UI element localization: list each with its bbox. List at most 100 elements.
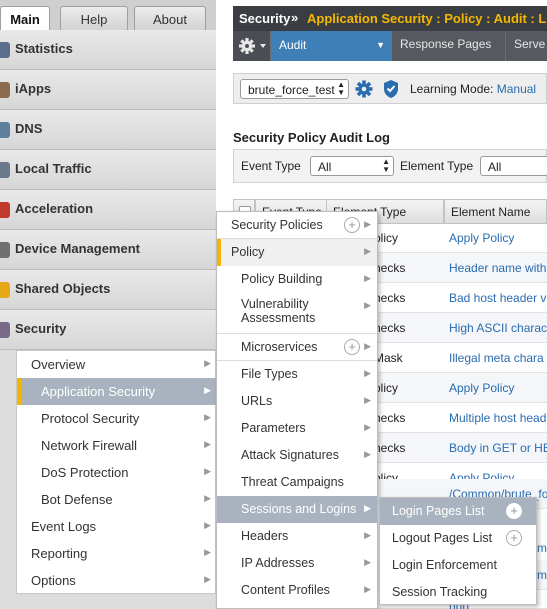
chevron-right-icon: ▶ bbox=[204, 547, 211, 557]
menu-item-label: Login Pages List bbox=[392, 504, 485, 518]
submenu-options[interactable]: Options ▶ bbox=[17, 567, 217, 594]
nav-local-traffic[interactable]: Local Traffic bbox=[0, 150, 216, 190]
submenu-label: DoS Protection bbox=[41, 465, 129, 480]
chevron-right-icon: ▶ bbox=[204, 385, 211, 395]
add-icon[interactable]: + bbox=[344, 339, 360, 355]
submenu-label: Reporting bbox=[31, 546, 88, 561]
element-name-link[interactable]: Illegal meta chara bbox=[449, 351, 544, 365]
chevron-right-icon: ▶ bbox=[364, 422, 371, 432]
element-name-link[interactable]: m bbox=[537, 541, 547, 555]
audit-tab[interactable]: Audit ▼ bbox=[271, 31, 392, 61]
tab-about[interactable]: About bbox=[134, 6, 206, 33]
event-type-select[interactable]: All ▲ ▼ bbox=[310, 156, 394, 176]
menu-item-attack-signatures[interactable]: Attack Signatures ▶ bbox=[217, 442, 377, 469]
event-type-value: All bbox=[318, 160, 332, 174]
menu-item-file-types[interactable]: File Types ▶ bbox=[217, 361, 377, 388]
policy-settings-gear-icon[interactable] bbox=[354, 79, 374, 99]
tab-server[interactable]: Serve bbox=[507, 31, 547, 61]
element-name-link[interactable]: Header name with bbox=[449, 261, 546, 275]
menu-item-label: Parameters bbox=[241, 421, 306, 435]
tab-help[interactable]: Help bbox=[60, 6, 128, 33]
menu-item-session-tracking[interactable]: Session Tracking bbox=[380, 579, 536, 606]
selection-indicator bbox=[17, 378, 21, 405]
element-name-link[interactable]: m bbox=[537, 568, 547, 582]
add-icon[interactable]: + bbox=[506, 503, 522, 519]
chevron-down-icon: ▼ bbox=[376, 40, 385, 50]
left-navigation: Main Help About Statistics iApps DNS Loc… bbox=[0, 0, 217, 609]
menu-item-ip-addresses[interactable]: IP Addresses ▶ bbox=[217, 550, 377, 577]
menu-item-urls[interactable]: URLs ▶ bbox=[217, 388, 377, 415]
chevron-right-icon: ▶ bbox=[204, 358, 211, 368]
event-type-label: Event Type bbox=[241, 159, 301, 173]
learning-mode-link[interactable]: Manual bbox=[497, 82, 536, 96]
nav-security[interactable]: Security bbox=[0, 310, 216, 350]
element-type-cell: hecks bbox=[374, 411, 406, 425]
menu-item-threat-campaigns[interactable]: Threat Campaigns bbox=[217, 469, 377, 496]
menu-item-security-policies[interactable]: Security Policies + ▶ bbox=[217, 212, 377, 239]
menu-item-label: Policy Building bbox=[241, 272, 323, 286]
iapps-icon bbox=[0, 82, 10, 98]
policy-select-value: brute_force_test bbox=[248, 83, 335, 97]
submenu-reporting[interactable]: Reporting ▶ bbox=[17, 540, 217, 567]
menu-item-label: URLs bbox=[241, 394, 273, 408]
submenu-label: Bot Defense bbox=[41, 492, 113, 507]
nav-dns[interactable]: DNS bbox=[0, 110, 216, 150]
current-indicator bbox=[217, 239, 221, 266]
menu-item-headers[interactable]: Headers ▶ bbox=[217, 523, 377, 550]
menu-item-policy-building[interactable]: Policy Building ▶ bbox=[217, 266, 377, 293]
nav-shared-objects[interactable]: Shared Objects bbox=[0, 270, 216, 310]
submenu-label: Options bbox=[31, 573, 76, 588]
element-name-link[interactable]: Body in GET or HE bbox=[449, 441, 547, 455]
nav-label: Device Management bbox=[15, 241, 140, 256]
menu-item-microservices[interactable]: Microservices + ▶ bbox=[217, 334, 377, 361]
nav-label: iApps bbox=[15, 81, 52, 96]
element-name-link[interactable]: Apply Policy bbox=[449, 231, 514, 245]
menu-item-label: Login Enforcement bbox=[392, 558, 497, 572]
breadcrumb: Application Security : Policy : Audit : … bbox=[307, 11, 547, 26]
submenu-application-security[interactable]: Application Security ▶ bbox=[17, 378, 217, 405]
shared-objects-icon bbox=[0, 282, 10, 298]
menu-item-login-pages-list[interactable]: Login Pages List + bbox=[380, 498, 536, 525]
audit-tab-label: Audit bbox=[279, 38, 307, 52]
menu-item-content-profiles[interactable]: Content Profiles ▶ bbox=[217, 577, 377, 604]
gear-icon bbox=[239, 38, 266, 54]
chevron-right-icon: ▶ bbox=[364, 273, 371, 283]
element-name-link[interactable]: High ASCII charac bbox=[449, 321, 547, 335]
submenu-label: Overview bbox=[31, 357, 86, 372]
submenu-protocol-security[interactable]: Protocol Security ▶ bbox=[17, 405, 217, 432]
submenu-overview[interactable]: Overview ▶ bbox=[17, 351, 217, 378]
menu-item-policy[interactable]: Policy ▶ bbox=[217, 239, 377, 266]
shield-icon[interactable] bbox=[382, 79, 400, 99]
policy-select[interactable]: brute_force_test ▲ ▼ bbox=[240, 79, 349, 99]
element-name-link[interactable]: Apply Policy bbox=[449, 381, 514, 395]
local-traffic-icon bbox=[0, 162, 10, 178]
nav-acceleration[interactable]: Acceleration bbox=[0, 190, 216, 230]
nav-statistics[interactable]: Statistics bbox=[0, 30, 216, 70]
tab-response-pages[interactable]: Response Pages bbox=[393, 31, 506, 61]
menu-item-parameters[interactable]: Parameters ▶ bbox=[217, 415, 377, 442]
menu-item-sessions-and-logins[interactable]: Sessions and Logins ▶ bbox=[217, 496, 377, 523]
add-icon[interactable]: + bbox=[344, 217, 360, 233]
submenu-event-logs[interactable]: Event Logs ▶ bbox=[17, 513, 217, 540]
submenu-bot-defense[interactable]: Bot Defense ▶ bbox=[17, 486, 217, 513]
column-label: Element Name bbox=[451, 205, 531, 219]
add-icon[interactable]: + bbox=[506, 530, 522, 546]
element-name-link[interactable]: Bad host header v bbox=[449, 291, 546, 305]
chevron-right-icon: ▶ bbox=[364, 246, 371, 256]
menu-item-login-enforcement[interactable]: Login Enforcement bbox=[380, 552, 536, 579]
element-name-link[interactable]: Multiple host head bbox=[449, 411, 546, 425]
settings-menu-button[interactable] bbox=[233, 31, 271, 61]
menu-item-label: Security Policies bbox=[231, 218, 323, 232]
element-type-value: All bbox=[488, 160, 502, 174]
submenu-network-firewall[interactable]: Network Firewall ▶ bbox=[17, 432, 217, 459]
column-header-element-name[interactable]: Element Name bbox=[444, 199, 547, 224]
menu-item-vulnerability-assessments[interactable]: Vulnerability Assessments ▶ bbox=[217, 293, 377, 334]
nav-device-management[interactable]: Device Management bbox=[0, 230, 216, 270]
element-type-select[interactable]: All bbox=[480, 156, 547, 176]
security-icon bbox=[0, 322, 10, 338]
nav-label: Statistics bbox=[15, 41, 73, 56]
nav-iapps[interactable]: iApps bbox=[0, 70, 216, 110]
acceleration-icon bbox=[0, 202, 10, 218]
menu-item-logout-pages-list[interactable]: Logout Pages List + bbox=[380, 525, 536, 552]
submenu-dos-protection[interactable]: DoS Protection ▶ bbox=[17, 459, 217, 486]
